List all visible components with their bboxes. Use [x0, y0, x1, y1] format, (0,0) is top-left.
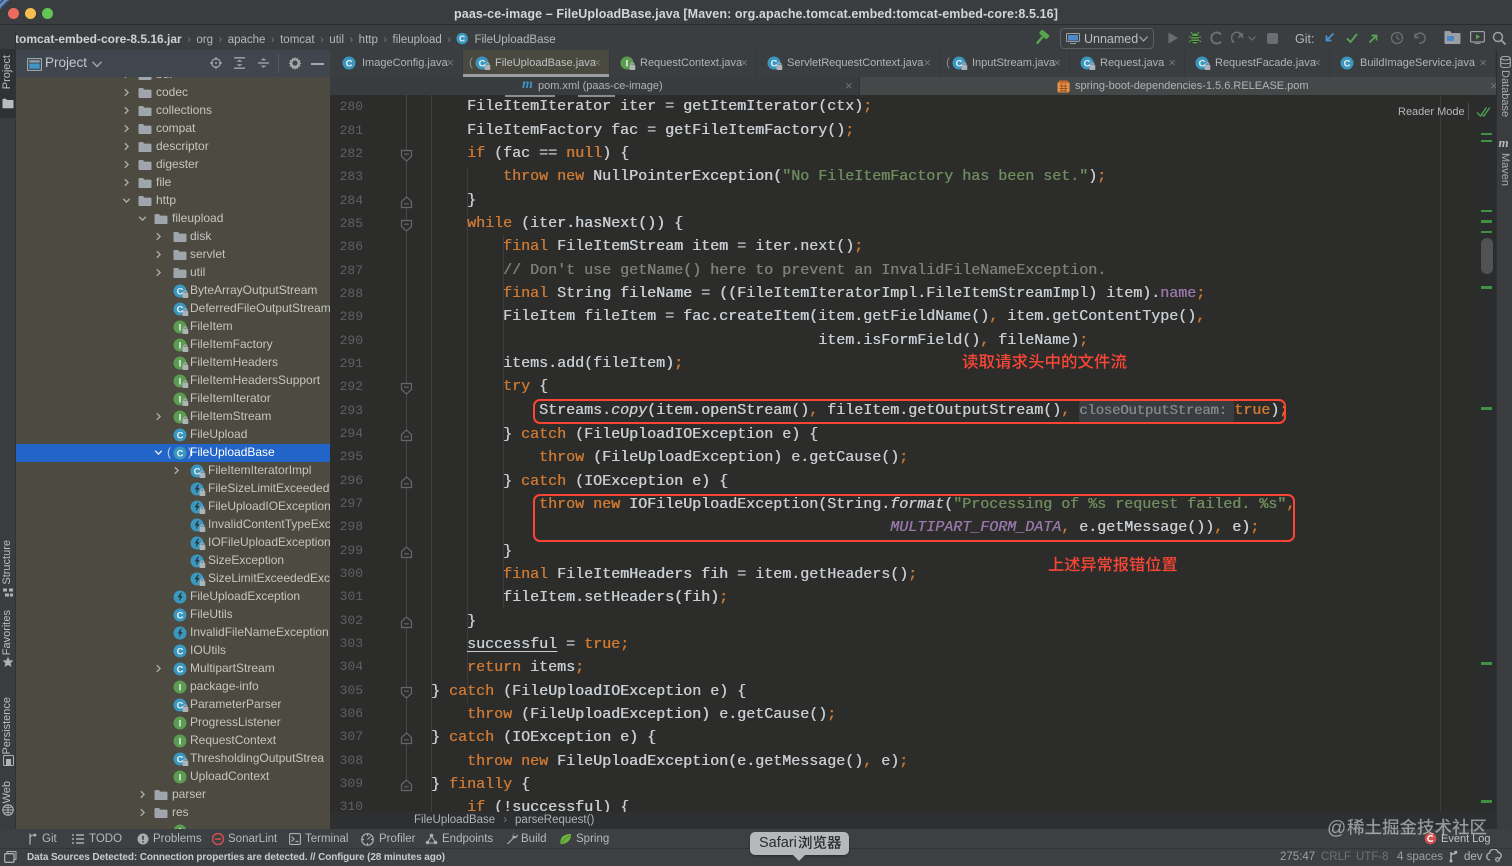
svg-text:I: I: [179, 322, 182, 333]
svg-text:I: I: [179, 682, 182, 693]
svg-text:I: I: [179, 718, 182, 729]
svg-text:I: I: [179, 394, 182, 405]
svg-text:C: C: [177, 448, 184, 459]
svg-text:C: C: [346, 58, 353, 69]
svg-text:C: C: [177, 430, 184, 441]
svg-text:I: I: [179, 340, 182, 351]
svg-text:I: I: [179, 736, 182, 747]
svg-text:I: I: [179, 772, 182, 783]
svg-text:I: I: [626, 58, 629, 69]
svg-text:I: I: [179, 358, 182, 369]
svg-text:I: I: [179, 412, 182, 423]
svg-text:I: I: [179, 376, 182, 387]
svg-text:C: C: [460, 33, 466, 43]
svg-text:C: C: [177, 646, 184, 657]
svg-text:C: C: [1344, 58, 1351, 69]
svg-text:C: C: [177, 664, 184, 675]
svg-text:C: C: [177, 610, 184, 621]
